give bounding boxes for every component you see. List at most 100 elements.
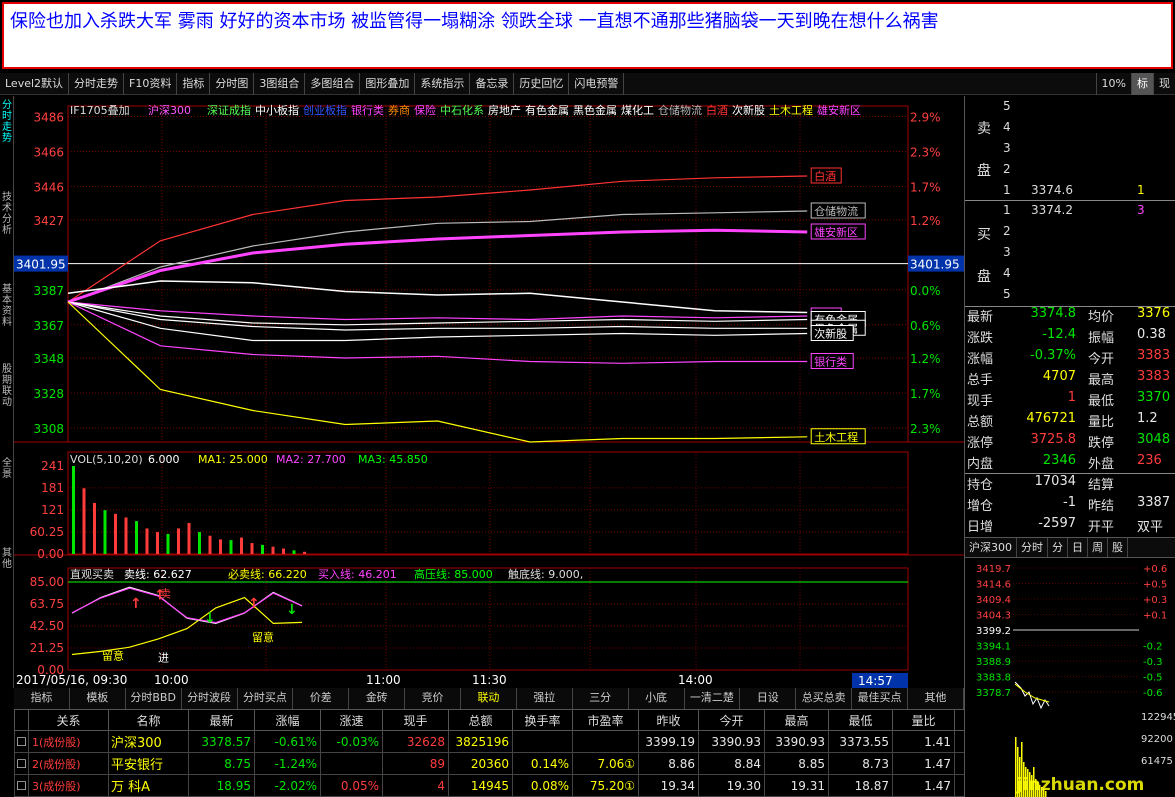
indicator-tab-16[interactable]: 其他 — [908, 688, 964, 709]
intraday-chart[interactable]: 3486 2.9% 3466 2.3% 3446 1.7% 3427 1.2% 3401.95 3… — [14, 96, 964, 688]
overlay-legend-item[interactable]: 次新股 — [732, 103, 765, 117]
table-header-cell[interactable]: 今开 — [698, 709, 765, 731]
toolbar-button-11[interactable]: 闪电预警 — [569, 73, 625, 95]
table-header-cell[interactable]: 涨幅 — [254, 709, 321, 731]
orderbook-sell-row[interactable]: 3 — [1003, 141, 1173, 162]
orderbook-sell-row[interactable]: 5 — [1003, 99, 1173, 120]
overlay-legend-item[interactable]: 仓储物流 — [658, 103, 702, 117]
table-header-cell[interactable]: 最高 — [764, 709, 829, 731]
orderbook-sell-row[interactable]: 2 — [1003, 162, 1173, 183]
overlay-legend-item[interactable]: 创业板指 — [303, 103, 347, 117]
mini-tab-0[interactable]: 沪深300 — [965, 538, 1017, 557]
table-header-cell[interactable]: 涨速 — [320, 709, 383, 731]
overlay-legend-item[interactable]: 有色金属 — [525, 103, 569, 117]
mini-tab-1[interactable]: 分时 — [1017, 538, 1048, 557]
toolbar-button-9[interactable]: 备忘录 — [470, 73, 515, 95]
indicator-tab-12[interactable]: 一清二楚 — [685, 688, 741, 709]
chart-area[interactable]: 3486 2.9% 3466 2.3% 3446 1.7% 3427 1.2% 3401.95 3… — [14, 96, 964, 688]
left-tab-0[interactable]: 分时走势 — [0, 100, 14, 144]
overlay-legend-item[interactable]: 黑色金属 — [573, 103, 617, 117]
orderbook-sell-row[interactable]: 4 — [1003, 120, 1173, 141]
indicator-tab-6[interactable]: 金砖 — [349, 688, 406, 709]
table-row[interactable]: ☐ 1(成份股) 沪深300 3378.57 -0.61% -0.03% 32628 3825… — [14, 730, 964, 753]
row-checkbox[interactable]: ☐ — [14, 730, 29, 753]
toolbar-button-5[interactable]: 3图组合 — [254, 73, 306, 95]
row-checkbox[interactable]: ☐ — [14, 774, 29, 797]
mini-tab-3[interactable]: 日 — [1068, 538, 1088, 557]
orderbook-buy-row[interactable]: 5 — [1003, 287, 1173, 308]
mini-chart[interactable]: 3419.7 +0.6 3414.6 +0.5 3409.4 +0.3 3404.3 +0.1… — [965, 558, 1175, 797]
table-header-cell[interactable]: 关系 — [28, 709, 109, 731]
overlay-legend-item[interactable]: 沪深300 — [148, 103, 191, 117]
indicator-tab-5[interactable]: 价差 — [293, 688, 350, 709]
orderbook-buy-row[interactable]: 2 — [1003, 224, 1173, 245]
overlay-legend-item[interactable]: 房地产 — [488, 103, 521, 117]
toolbar-button-4[interactable]: 分时图 — [210, 73, 255, 95]
indicator-tab-14[interactable]: 总买总卖 — [796, 688, 853, 709]
mini-tab-4[interactable]: 周 — [1088, 538, 1108, 557]
indicator-tab-4[interactable]: 分时买点 — [238, 688, 294, 709]
toolbar-button-8[interactable]: 系统指示 — [415, 73, 471, 95]
row-checkbox[interactable]: ☐ — [14, 752, 29, 775]
row-edge — [954, 730, 964, 753]
toolbar-button-0[interactable]: Level2默认 — [0, 73, 70, 95]
table-header-cell[interactable]: 市盈率 — [572, 709, 639, 731]
table-header-cell[interactable] — [954, 709, 964, 731]
indicator-tab-15[interactable]: 最佳买点 — [852, 688, 908, 709]
indicator-tab-7[interactable]: 竞价 — [405, 688, 461, 709]
mini-tab-5[interactable]: 股 — [1108, 538, 1128, 557]
table-header-cell[interactable]: 换手率 — [512, 709, 573, 731]
indicator-tab-9[interactable]: 强拉 — [517, 688, 573, 709]
indicator-tab-8[interactable]: 联动 — [461, 688, 517, 709]
volume-bar — [187, 522, 191, 554]
toolbar-button-2[interactable]: F10资料 — [124, 73, 178, 95]
overlay-legend-item[interactable]: 保险 — [414, 103, 436, 117]
table-header-cell[interactable]: 最低 — [828, 709, 893, 731]
toolbar-right-button-2[interactable]: 现 — [1153, 73, 1175, 95]
left-tab-4[interactable]: 全景 — [0, 458, 14, 480]
left-tab-5[interactable]: 其他 — [0, 548, 14, 570]
indicator-tab-13[interactable]: 日设 — [740, 688, 797, 709]
table-header-cell[interactable]: 总额 — [448, 709, 513, 731]
overlay-legend-item[interactable]: 中小板指 — [255, 103, 299, 117]
orderbook-buy-row[interactable]: 1 3374.2 3 — [1003, 203, 1173, 224]
indicator-tab-0[interactable]: 指标 — [14, 688, 70, 709]
table-row[interactable]: ☐ 3(成份股) 万 科A 18.95 -2.02% 0.05% 4 14945 0.08% 75… — [14, 774, 964, 797]
table-header-cell[interactable]: 量比 — [892, 709, 955, 731]
toolbar-right-button-0[interactable]: 10% — [1095, 73, 1131, 95]
toolbar-right-button-1[interactable]: 标 — [1131, 73, 1153, 95]
overlay-legend-item[interactable]: 白酒 — [706, 103, 728, 117]
indicator-tab-10[interactable]: 三分 — [573, 688, 629, 709]
overlay-legend-item[interactable]: 雄安新区 — [817, 103, 861, 117]
table-header-cell[interactable]: 名称 — [108, 709, 189, 731]
overlay-legend-item[interactable]: 煤化工 — [621, 103, 654, 117]
table-row[interactable]: ☐ 2(成份股) 平安银行 8.75 -1.24% 89 20360 0.14% 7.06① 8.… — [14, 752, 964, 775]
toolbar-button-7[interactable]: 图形叠加 — [360, 73, 416, 95]
indicator-header-item: 直观买卖 — [70, 567, 114, 581]
left-tab-1[interactable]: 技术分析 — [0, 192, 14, 236]
overlay-legend-item[interactable]: 券商 — [388, 103, 410, 117]
orderbook-buy-row[interactable]: 4 — [1003, 266, 1173, 287]
table-header-cell[interactable]: 昨收 — [638, 709, 699, 731]
overlay-legend-item[interactable]: 中石化系 — [440, 103, 484, 117]
overlay-legend-item[interactable]: 银行类 — [351, 103, 384, 117]
table-header-cell[interactable]: 最新 — [188, 709, 255, 731]
indicator-tab-1[interactable]: 模板 — [70, 688, 126, 709]
overlay-legend-item[interactable]: 深证成指 — [207, 103, 251, 117]
indicator-tab-3[interactable]: 分时波段 — [182, 688, 238, 709]
indicator-tab-2[interactable]: 分时BBD — [126, 688, 182, 709]
orderbook-sell-row[interactable]: 1 3374.6 1 — [1003, 183, 1173, 204]
left-axis-label: 3387 — [33, 284, 64, 298]
table-header-cell[interactable] — [14, 709, 29, 731]
toolbar-button-10[interactable]: 历史回忆 — [514, 73, 570, 95]
table-header-cell[interactable]: 现手 — [382, 709, 449, 731]
indicator-tab-11[interactable]: 小底 — [629, 688, 685, 709]
left-tab-3[interactable]: 股期联动 — [0, 364, 14, 408]
left-tab-2[interactable]: 基本资料 — [0, 284, 14, 328]
toolbar-button-3[interactable]: 指标 — [177, 73, 211, 95]
overlay-legend-item[interactable]: 土木工程 — [769, 104, 813, 117]
toolbar-button-1[interactable]: 分时走势 — [69, 73, 125, 95]
toolbar-button-6[interactable]: 多图组合 — [305, 73, 361, 95]
orderbook-buy-row[interactable]: 3 — [1003, 245, 1173, 266]
mini-tab-2[interactable]: 分 — [1048, 538, 1068, 557]
